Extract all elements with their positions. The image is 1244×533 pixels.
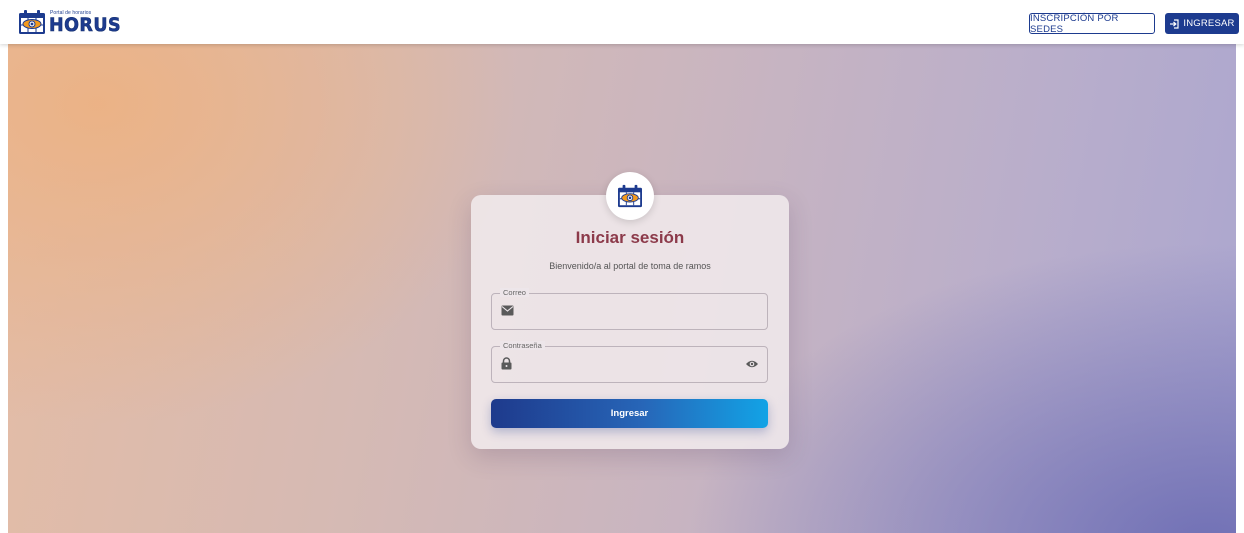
horus-logo[interactable]: Portal de horarios HORUS (18, 8, 121, 36)
inscripcion-sedes-button[interactable]: INSCRIPCIÓN POR SEDES (1029, 12, 1155, 35)
ingresar-submit-label: Ingresar (610, 408, 649, 419)
eye-icon[interactable] (745, 359, 759, 369)
email-field[interactable]: Correo (491, 288, 768, 330)
logo-title: HORUS (49, 14, 122, 37)
logo-text: Portal de horarios HORUS (49, 10, 121, 36)
header-ingresar-button[interactable]: INGRESAR (1165, 13, 1239, 34)
email-input[interactable] (522, 302, 742, 322)
lock-icon (501, 357, 512, 370)
top-navbar: Portal de horarios HORUS INSCRIPCIÓN POR… (0, 0, 1244, 44)
email-label: Correo (500, 288, 529, 297)
password-label: Contraseña (500, 341, 545, 350)
card-logo (606, 172, 654, 220)
login-subtitle: Bienvenido/a al portal de toma de ramos (549, 261, 711, 271)
ingresar-submit-button[interactable]: Ingresar (491, 399, 768, 428)
calendar-logo-icon (19, 10, 45, 34)
password-field[interactable]: Contraseña (491, 341, 768, 383)
mail-icon (501, 305, 514, 316)
calendar-eye-icon (618, 184, 642, 208)
login-icon (1170, 18, 1179, 29)
password-input[interactable] (522, 355, 742, 375)
header-ingresar-label: INGRESAR (1183, 18, 1235, 29)
login-title: Iniciar sesión (575, 228, 685, 247)
inscripcion-sedes-label: INSCRIPCIÓN POR SEDES (1030, 12, 1119, 35)
